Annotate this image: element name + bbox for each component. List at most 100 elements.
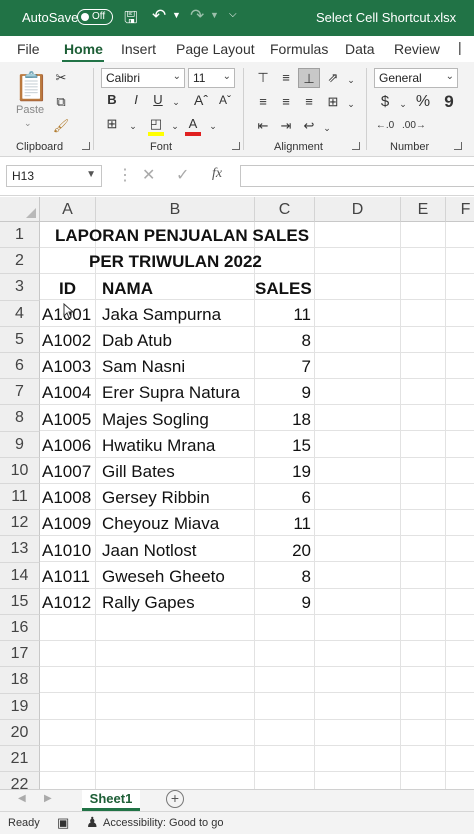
- cancel-icon[interactable]: ✕: [142, 165, 155, 185]
- nama-cell[interactable]: Majes Sogling: [102, 407, 209, 433]
- cut-icon[interactable]: ✂: [50, 68, 72, 88]
- formula-input[interactable]: [240, 165, 474, 187]
- sales-cell[interactable]: 20: [255, 538, 311, 564]
- formula-bar-handle-icon[interactable]: ⋮: [117, 165, 133, 185]
- id-cell[interactable]: A1008: [42, 485, 91, 511]
- row-header[interactable]: 22: [0, 772, 40, 789]
- insert-function-icon[interactable]: fx: [212, 166, 222, 182]
- align-left-icon[interactable]: ≡: [252, 92, 274, 112]
- tab-overflow-icon[interactable]: |: [458, 39, 462, 55]
- macro-recording-icon[interactable]: ▣: [57, 815, 69, 831]
- id-cell[interactable]: A1002: [42, 328, 91, 354]
- nama-cell[interactable]: Hwatiku Mrana: [102, 433, 215, 459]
- save-icon[interactable]: 🖫: [124, 7, 138, 34]
- orientation-dropdown-icon[interactable]: ⌄: [340, 70, 362, 90]
- sales-cell[interactable]: 8: [255, 328, 311, 354]
- column-header-c[interactable]: C: [255, 197, 315, 222]
- row-header[interactable]: 16: [0, 615, 40, 642]
- underline-dropdown-icon[interactable]: ⌄: [165, 92, 187, 112]
- row-header[interactable]: 13: [0, 536, 40, 563]
- sales-cell[interactable]: 6: [255, 485, 311, 511]
- decrease-indent-icon[interactable]: ⇤: [252, 116, 274, 136]
- nama-cell[interactable]: Sam Nasni: [102, 354, 185, 380]
- header-nama-cell[interactable]: NAMA: [102, 276, 153, 302]
- id-cell[interactable]: A1011: [42, 564, 90, 590]
- sheet-tab-sheet1[interactable]: Sheet1: [82, 790, 140, 811]
- align-right-icon[interactable]: ≡: [298, 92, 320, 112]
- redo-icon[interactable]: ↷: [190, 6, 204, 26]
- row-header[interactable]: 10: [0, 457, 40, 484]
- name-box[interactable]: H13 ▼: [6, 165, 102, 187]
- row-header[interactable]: 8: [0, 405, 40, 432]
- middle-align-icon[interactable]: ≡: [275, 68, 297, 88]
- paste-label[interactable]: Paste: [16, 104, 44, 116]
- sales-cell[interactable]: 8: [255, 564, 311, 590]
- tab-data[interactable]: Data: [345, 41, 375, 57]
- italic-button[interactable]: I: [125, 90, 147, 110]
- row-header[interactable]: 7: [0, 379, 40, 406]
- tab-insert[interactable]: Insert: [121, 41, 156, 57]
- sales-cell[interactable]: 18: [255, 407, 311, 433]
- id-cell[interactable]: A1006: [42, 433, 91, 459]
- nama-cell[interactable]: Dab Atub: [102, 328, 172, 354]
- row-header[interactable]: 3: [0, 274, 40, 301]
- sales-cell[interactable]: 9: [255, 380, 311, 406]
- id-cell[interactable]: A1003: [42, 354, 91, 380]
- increase-indent-icon[interactable]: ⇥: [275, 116, 297, 136]
- accessibility-icon[interactable]: ♟: [86, 814, 99, 831]
- nama-cell[interactable]: Cheyouz Miava: [102, 511, 219, 537]
- row-header[interactable]: 20: [0, 719, 40, 746]
- row-header[interactable]: 9: [0, 431, 40, 458]
- row-header[interactable]: 5: [0, 326, 40, 353]
- redo-dropdown-icon[interactable]: ▼: [210, 10, 219, 20]
- row-header[interactable]: 11: [0, 484, 40, 511]
- align-center-icon[interactable]: ≡: [275, 92, 297, 112]
- wrap-dropdown-icon[interactable]: ⌄: [316, 118, 338, 138]
- column-header-f[interactable]: F: [446, 197, 474, 222]
- nama-cell[interactable]: Erer Supra Natura: [102, 380, 240, 406]
- row-header[interactable]: 15: [0, 588, 40, 615]
- row-header[interactable]: 14: [0, 562, 40, 589]
- row-header[interactable]: 21: [0, 746, 40, 773]
- nama-cell[interactable]: Gweseh Gheeto: [102, 564, 225, 590]
- header-id-cell[interactable]: ID: [59, 276, 76, 302]
- format-painter-icon[interactable]: 🖌: [50, 116, 72, 136]
- column-header-a[interactable]: A: [40, 197, 96, 222]
- comma-style-button[interactable]: 9: [438, 92, 460, 112]
- tab-formulas[interactable]: Formulas: [270, 41, 328, 57]
- increase-font-size-icon[interactable]: Aˆ: [190, 90, 212, 110]
- row-header[interactable]: 19: [0, 693, 40, 720]
- tab-page-layout[interactable]: Page Layout: [176, 41, 255, 57]
- accessibility-status[interactable]: Accessibility: Good to go: [103, 817, 223, 829]
- nama-cell[interactable]: Rally Gapes: [102, 590, 195, 616]
- tab-review[interactable]: Review: [394, 41, 440, 57]
- font-color-dropdown-icon[interactable]: ⌄: [202, 116, 224, 136]
- sales-cell[interactable]: 15: [255, 433, 311, 459]
- id-cell[interactable]: A1004: [42, 380, 91, 406]
- row-header[interactable]: 17: [0, 641, 40, 668]
- row-header[interactable]: 6: [0, 353, 40, 380]
- undo-dropdown-icon[interactable]: ▼: [172, 10, 181, 20]
- bottom-align-icon[interactable]: ⊥: [298, 68, 320, 88]
- row-header[interactable]: 4: [0, 300, 40, 327]
- bold-button[interactable]: B: [101, 90, 123, 110]
- alignment-launcher-icon[interactable]: [352, 142, 360, 150]
- scroll-tabs-left-icon[interactable]: ◀: [18, 793, 26, 804]
- scroll-tabs-right-icon[interactable]: ▶: [44, 793, 52, 804]
- id-cell[interactable]: A1007: [42, 459, 91, 485]
- font-color-icon[interactable]: A: [182, 114, 204, 134]
- id-cell[interactable]: A1010: [42, 538, 91, 564]
- column-header-b[interactable]: B: [96, 197, 255, 222]
- id-cell[interactable]: A1009: [42, 511, 91, 537]
- decrease-font-size-icon[interactable]: Aˇ: [214, 90, 236, 110]
- nama-cell[interactable]: Jaka Sampurna: [102, 302, 221, 328]
- borders-dropdown-icon[interactable]: ⌄: [122, 116, 144, 136]
- row-header[interactable]: 1: [0, 222, 40, 249]
- report-subtitle-cell[interactable]: PER TRIWULAN 2022: [89, 249, 262, 275]
- clipboard-launcher-icon[interactable]: [82, 142, 90, 150]
- worksheet-grid[interactable]: A B C D E F 1 2 3 4 5 6 7 8 9 10 11 12 1…: [0, 197, 474, 789]
- nama-cell[interactable]: Gill Bates: [102, 459, 175, 485]
- undo-icon[interactable]: ↶: [152, 6, 166, 26]
- autosave-toggle[interactable]: Off: [77, 9, 113, 25]
- paste-icon[interactable]: 📋: [14, 70, 49, 104]
